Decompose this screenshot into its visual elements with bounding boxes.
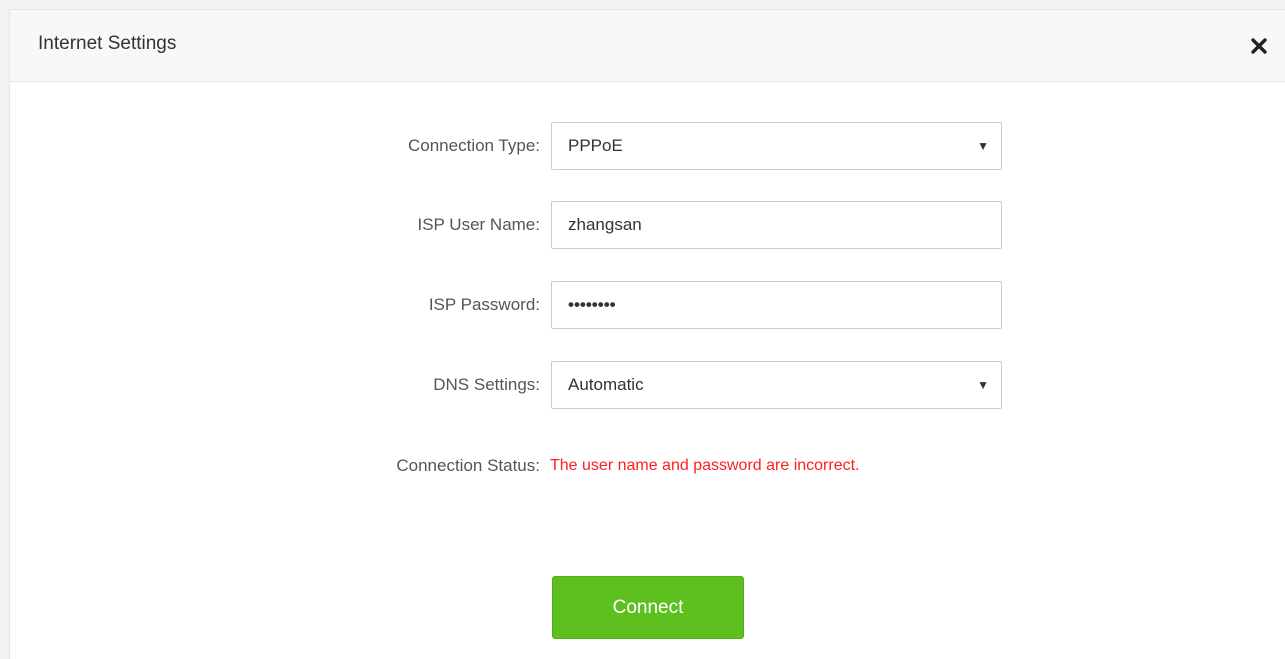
close-button[interactable] bbox=[1247, 34, 1271, 58]
isp-password-label: ISP Password: bbox=[428, 295, 540, 314]
isp-password-value: •••••••• bbox=[568, 295, 616, 314]
isp-user-name-input[interactable]: zhangsan bbox=[551, 201, 1002, 249]
connection-type-row: Connection Type: PPPoE ▼ bbox=[10, 122, 1285, 170]
isp-user-name-label: ISP User Name: bbox=[417, 215, 540, 234]
chevron-down-icon: ▼ bbox=[977, 139, 989, 153]
connection-type-label: Connection Type: bbox=[408, 136, 540, 155]
internet-settings-dialog: Internet Settings Connection Type: PPPoE… bbox=[9, 9, 1285, 659]
dialog-title: Internet Settings bbox=[38, 33, 177, 54]
dns-settings-row: DNS Settings: Automatic ▼ bbox=[10, 361, 1285, 409]
dns-settings-label: DNS Settings: bbox=[433, 375, 540, 394]
connection-status-row: Connection Status: The user name and pas… bbox=[10, 442, 1285, 490]
dns-settings-select[interactable]: Automatic ▼ bbox=[551, 361, 1002, 409]
close-icon bbox=[1251, 38, 1267, 54]
isp-password-row: ISP Password: •••••••• bbox=[10, 281, 1285, 329]
dns-settings-value: Automatic bbox=[568, 375, 644, 394]
isp-user-name-row: ISP User Name: zhangsan bbox=[10, 201, 1285, 249]
connection-status-message: The user name and password are incorrect… bbox=[550, 457, 860, 474]
connection-status-label: Connection Status: bbox=[396, 456, 540, 475]
isp-user-name-value: zhangsan bbox=[568, 215, 642, 234]
connect-button[interactable]: Connect bbox=[552, 576, 744, 639]
connection-type-value: PPPoE bbox=[568, 136, 623, 155]
connection-type-select[interactable]: PPPoE ▼ bbox=[551, 122, 1002, 170]
chevron-down-icon: ▼ bbox=[977, 378, 989, 392]
dialog-header: Internet Settings bbox=[10, 10, 1285, 82]
isp-password-input[interactable]: •••••••• bbox=[551, 281, 1002, 329]
